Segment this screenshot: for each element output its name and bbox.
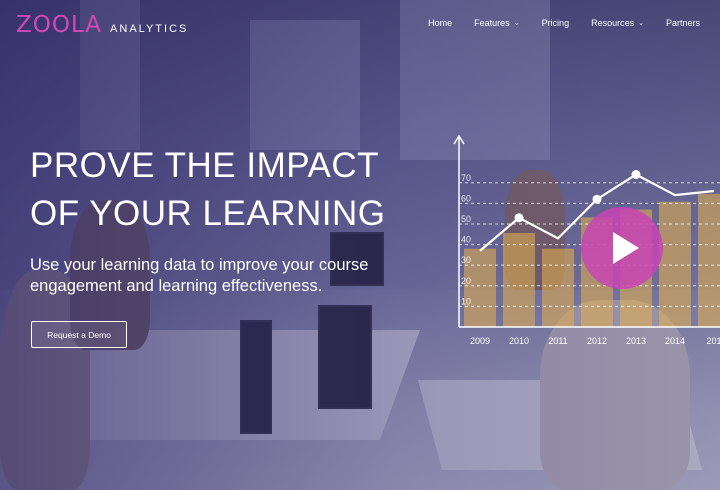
chart-point <box>592 194 602 204</box>
chart-x-tick-label: 2014 <box>665 336 685 346</box>
chart-y-tick-label: 70 <box>461 173 471 183</box>
headline-line-2: OF YOUR LEARNING <box>30 194 386 233</box>
chevron-down-icon: ⌄ <box>513 20 520 27</box>
chart-x-tick-label: 2011 <box>548 336 567 346</box>
nav-resources-label: Resources <box>591 18 635 28</box>
chart-x-tick-label: 2010 <box>509 336 529 346</box>
logo-wordmark: ZOOLA <box>16 12 103 38</box>
chart-y-tick-label: 30 <box>461 255 471 265</box>
chart-y-tick-label: 60 <box>461 193 471 203</box>
main-menu: Home Features ⌄ Pricing Resources ⌄ Part… <box>428 18 700 28</box>
nav-pricing-label: Pricing <box>541 18 570 28</box>
chevron-down-icon: ⌄ <box>638 20 644 27</box>
hero-chart-illustration: 10 20 30 40 50 60 70 2009 2010 2011 2012 2013 2014 20… <box>440 130 720 355</box>
play-icon <box>613 232 639 264</box>
chart-x-tick-label: 201 <box>706 336 720 346</box>
nav-features-label: Features <box>474 18 510 28</box>
chart-y-tick-label: 40 <box>461 235 471 245</box>
chart-x-tick-label: 2013 <box>626 336 646 346</box>
nav-partners[interactable]: Partners <box>666 18 700 28</box>
request-demo-button[interactable]: Request a Demo <box>31 321 127 348</box>
chart-point <box>631 170 641 180</box>
chart-x-tick-label: 2012 <box>587 336 607 346</box>
play-video-button[interactable] <box>581 207 663 289</box>
chart-y-tick-label: 10 <box>461 296 471 306</box>
chart-y-tick-label: 50 <box>461 214 471 224</box>
headline-line-1: PROVE THE IMPACT <box>30 146 379 185</box>
chart-bar <box>503 233 535 327</box>
chart-bar <box>659 201 691 327</box>
nav-resources[interactable]: Resources ⌄ <box>591 18 644 28</box>
chart-x-tick-label: 2009 <box>470 336 490 346</box>
hero-headline: PROVE THE IMPACT OF YOUR LEARNING <box>30 142 430 238</box>
logo-tagline: ANALYTICS <box>110 23 189 35</box>
chart-y-tick-label: 20 <box>461 276 471 286</box>
chart-point <box>514 213 524 223</box>
nav-home[interactable]: Home <box>428 18 452 28</box>
top-navigation: ZOOLA ANALYTICS Home Features ⌄ Pricing … <box>0 0 720 52</box>
chart-bar <box>542 248 574 327</box>
brand-logo[interactable]: ZOOLA ANALYTICS <box>16 12 188 38</box>
subhead-line-2: engagement and learning effectiveness. <box>30 277 323 295</box>
chart-svg: 10 20 30 40 50 60 70 2009 2010 2011 2012 2013 2014 20… <box>453 134 720 346</box>
nav-home-label: Home <box>428 18 453 28</box>
hero-subheading: Use your learning data to improve your c… <box>30 255 420 297</box>
subhead-line-1: Use your learning data to improve your c… <box>30 256 369 274</box>
chart-bar <box>698 193 720 327</box>
nav-partners-label: Partners <box>665 18 700 28</box>
nav-pricing[interactable]: Pricing <box>542 18 570 28</box>
nav-features[interactable]: Features ⌄ <box>474 18 519 28</box>
